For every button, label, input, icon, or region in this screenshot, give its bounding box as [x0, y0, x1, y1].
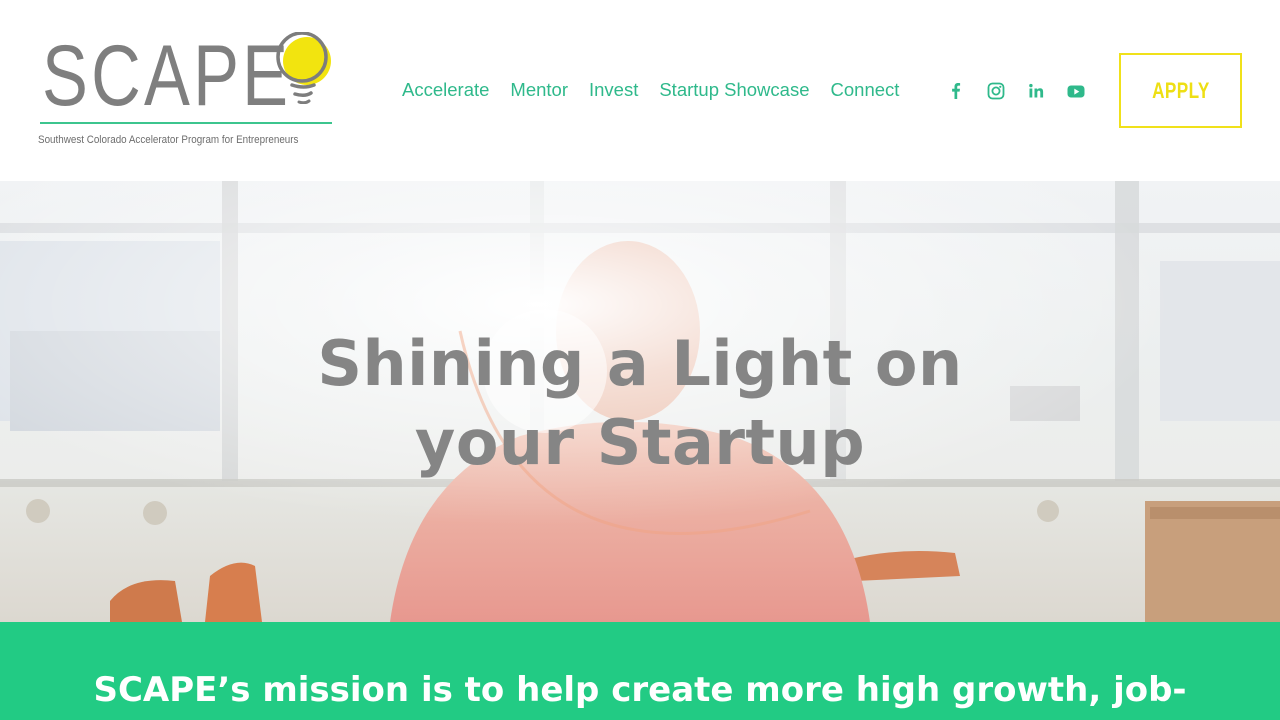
- nav-item-invest[interactable]: Invest: [589, 78, 638, 102]
- mission-band: SCAPE’s mission is to help create more h…: [0, 622, 1280, 720]
- hero-title: Shining a Light on your Startup: [0, 324, 1280, 482]
- nav-item-connect[interactable]: Connect: [831, 78, 900, 102]
- instagram-icon[interactable]: [986, 80, 1006, 102]
- apply-label: APPLY: [1151, 77, 1210, 103]
- nav-item-mentor[interactable]: Mentor: [510, 78, 568, 102]
- hero-banner: Shining a Light on your Startup: [0, 181, 1280, 622]
- logo-divider: [40, 122, 332, 124]
- hero-title-line1: Shining a Light on: [317, 327, 963, 400]
- youtube-icon[interactable]: [1066, 80, 1086, 102]
- apply-button[interactable]: APPLY: [1119, 53, 1242, 128]
- hero-title-line2: your Startup: [414, 406, 866, 479]
- main-nav: Accelerate Mentor Invest Startup Showcas…: [402, 78, 899, 102]
- linkedin-icon[interactable]: [1026, 80, 1046, 102]
- facebook-icon[interactable]: [946, 80, 966, 102]
- site-header: SCAPE Southwest Colorado Accelerator Pro…: [0, 0, 1280, 181]
- mission-statement: SCAPE’s mission is to help create more h…: [93, 670, 1187, 710]
- nav-item-startup-showcase[interactable]: Startup Showcase: [659, 78, 809, 102]
- scape-logo[interactable]: SCAPE Southwest Colorado Accelerator Pro…: [36, 30, 336, 150]
- lightbulb-icon: [276, 32, 331, 104]
- nav-item-accelerate[interactable]: Accelerate: [402, 78, 489, 102]
- social-links: [946, 80, 1086, 102]
- logo-tagline: Southwest Colorado Accelerator Program f…: [38, 134, 299, 146]
- logo-wordmark: SCAPE: [42, 28, 292, 124]
